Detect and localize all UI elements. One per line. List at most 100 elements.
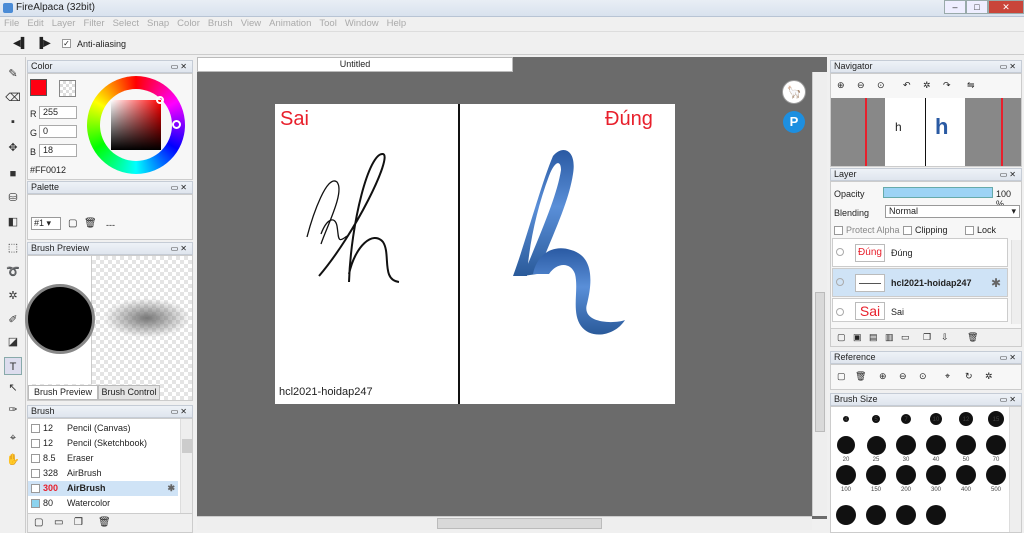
menu-brush[interactable]: Brush — [204, 17, 237, 30]
rotate-reset-icon[interactable]: ✲ — [923, 80, 931, 91]
brush-size-scrollbar[interactable] — [1009, 407, 1021, 532]
new-8bit-layer-icon[interactable]: ▣ — [853, 332, 862, 343]
panel-buttons-icon[interactable]: ▭✕ — [171, 406, 189, 417]
ref-eyedropper-icon[interactable]: ⌖ — [945, 371, 950, 382]
panel-buttons-icon[interactable]: ▭✕ — [171, 182, 189, 193]
alpaca-icon[interactable]: 🦙 — [782, 80, 806, 104]
delete-palette-icon[interactable]: 🗑 — [84, 218, 97, 229]
brush-size-dot[interactable] — [896, 435, 916, 455]
ref-zoom-in-icon[interactable]: ⊕ — [879, 371, 887, 382]
bucket-tool-icon[interactable]: ⛁ — [4, 189, 22, 207]
ref-delete-icon[interactable]: 🗑 — [855, 371, 866, 382]
zoom-out-icon[interactable]: ⊖ — [857, 80, 865, 91]
brush-size-dot[interactable] — [956, 465, 976, 485]
g-input[interactable]: 0 — [39, 125, 77, 138]
cloud-p-icon[interactable]: P — [783, 111, 805, 133]
palette-menu[interactable]: --- — [106, 220, 115, 230]
menu-window[interactable]: Window — [341, 17, 383, 30]
list-item[interactable]: 328 AirBrush — [28, 466, 178, 481]
menu-layer[interactable]: Layer — [48, 17, 80, 30]
gradient-tool-icon[interactable]: ◧ — [4, 213, 22, 231]
brush-size-dot[interactable] — [837, 436, 855, 454]
menu-view[interactable]: View — [237, 17, 265, 30]
move-tool-icon[interactable]: ✥ — [4, 139, 22, 157]
menu-filter[interactable]: Filter — [79, 17, 108, 30]
brush-size-dot[interactable] — [836, 505, 856, 525]
text-tool-icon[interactable]: T — [4, 357, 22, 375]
zoom-reset-icon[interactable]: ⊙ — [877, 80, 885, 91]
menu-help[interactable]: Help — [383, 17, 411, 30]
list-item[interactable]: 8.5 Eraser — [28, 451, 178, 466]
gear-icon[interactable]: ✱ — [167, 481, 175, 496]
eyedropper-tool-icon[interactable]: ⌖ — [4, 429, 22, 447]
navigator-preview[interactable]: h h — [831, 98, 1021, 166]
brush-list-scrollbar[interactable] — [180, 419, 192, 513]
select-eraser-icon[interactable]: ◪ — [4, 333, 22, 351]
pen-tool-icon[interactable]: ✎ — [4, 65, 22, 83]
blending-select[interactable]: Normal ▾ — [885, 205, 1020, 218]
gear-icon[interactable]: ✱ — [991, 276, 1001, 290]
lock-checkbox[interactable]: Lock — [965, 225, 996, 236]
r-input[interactable]: 255 — [39, 106, 77, 119]
add-brush-icon[interactable]: ▢ — [34, 517, 43, 528]
lasso-tool-icon[interactable]: ➰ — [4, 263, 22, 281]
layer-scrollbar[interactable] — [1011, 240, 1021, 324]
next-frame-icon[interactable]: ▐▶ — [36, 38, 51, 49]
list-item-selected[interactable]: 300 AirBrush ✱ — [28, 481, 178, 496]
menu-select[interactable]: Select — [109, 17, 143, 30]
add-palette-icon[interactable]: ▢ — [68, 218, 77, 229]
brush-size-dot[interactable] — [926, 505, 946, 525]
palette-selector[interactable]: #1 ▾ — [31, 217, 61, 230]
maximize-button[interactable]: □ — [966, 0, 988, 14]
magic-wand-icon[interactable]: ✲ — [4, 287, 22, 305]
duplicate-icon[interactable]: ❐ — [74, 517, 83, 528]
brush-size-dot[interactable] — [866, 435, 886, 455]
brush-size-dot[interactable] — [926, 465, 946, 485]
document-canvas[interactable]: Sai Đúng hcl2021-hoidap247 — [275, 104, 675, 404]
visibility-icon[interactable] — [836, 308, 844, 316]
delete-layer-icon[interactable]: 🗑 — [967, 332, 978, 343]
panel-buttons-icon[interactable]: ▭✕ — [171, 61, 189, 72]
document-tab[interactable]: Untitled — [197, 57, 513, 72]
saturation-value-square[interactable] — [111, 100, 161, 150]
menu-edit[interactable]: Edit — [23, 17, 47, 30]
trash-icon[interactable]: 🗑 — [98, 517, 111, 528]
list-item[interactable]: 80 Watercolor — [28, 496, 178, 511]
prev-frame-icon[interactable]: ◀▌ — [13, 38, 28, 49]
ref-zoom-out-icon[interactable]: ⊖ — [899, 371, 907, 382]
hue-cursor[interactable] — [172, 120, 181, 129]
panel-buttons-icon[interactable]: ▭✕ — [1000, 352, 1018, 363]
b-input[interactable]: 18 — [39, 144, 77, 157]
brush-size-dot[interactable] — [986, 435, 1006, 455]
brush-size-dot[interactable] — [866, 465, 886, 485]
visibility-icon[interactable] — [836, 248, 844, 256]
brush-size-dot[interactable] — [986, 465, 1006, 485]
hand-tool-icon[interactable]: ✋ — [4, 451, 22, 469]
rotate-left-icon[interactable]: ↶ — [903, 80, 911, 91]
tab-brush-control[interactable]: Brush Control — [98, 385, 160, 400]
brush-size-dot[interactable] — [866, 505, 886, 525]
layer-row[interactable]: Đúng Đúng — [832, 238, 1008, 267]
new-layer-icon[interactable]: ▢ — [837, 332, 846, 343]
visibility-icon[interactable] — [836, 278, 844, 286]
sv-cursor[interactable] — [156, 96, 164, 104]
brush-size-dot[interactable] — [896, 505, 916, 525]
panel-buttons-icon[interactable]: ▭✕ — [1000, 394, 1018, 405]
layer-row[interactable]: Sai Sai — [832, 298, 1008, 322]
canvas-hscrollbar[interactable] — [197, 516, 812, 530]
tab-brush-preview[interactable]: Brush Preview — [28, 385, 98, 400]
divide-tool-icon[interactable]: ✑ — [4, 401, 22, 419]
zoom-in-icon[interactable]: ⊕ — [837, 80, 845, 91]
foreground-color-swatch[interactable] — [30, 79, 47, 96]
folder-icon[interactable]: ▭ — [54, 517, 63, 528]
list-item[interactable]: 12 Pencil (Sketchbook) — [28, 436, 178, 451]
select-pen-icon[interactable]: ✐ — [4, 311, 22, 329]
list-item[interactable]: 12 Pencil (Canvas) — [28, 421, 178, 436]
hue-wheel[interactable] — [87, 76, 185, 174]
operation-tool-icon[interactable]: ↖ — [4, 379, 22, 397]
merge-down-icon[interactable]: ⇩ — [941, 332, 949, 343]
brush-size-dot[interactable] — [926, 435, 946, 455]
flip-icon[interactable]: ⇋ — [967, 80, 975, 91]
layer-row-selected[interactable]: hcl2021-hoidap247 ✱ — [832, 268, 1008, 297]
brush-size-dot[interactable] — [956, 435, 976, 455]
